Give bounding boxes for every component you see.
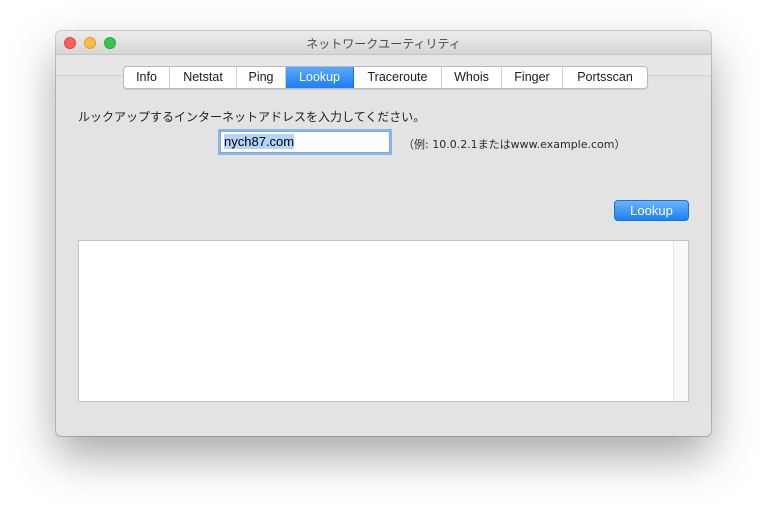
tab-info[interactable]: Info — [124, 67, 170, 88]
address-input-value: nych87.com — [224, 134, 295, 149]
address-input[interactable]: nych87.com — [220, 131, 390, 153]
lookup-output-area[interactable] — [78, 240, 689, 402]
tab-lookup[interactable]: Lookup — [286, 67, 354, 88]
title-bar: ネットワークユーティリティ — [56, 31, 711, 55]
tab-portsscan[interactable]: Portsscan — [563, 67, 647, 88]
example-hint: （例: 10.0.2.1またはwww.example.com） — [403, 138, 626, 151]
lookup-prompt-label: ルックアップするインターネットアドレスを入力してください。 — [78, 110, 426, 124]
tab-finger[interactable]: Finger — [502, 67, 563, 88]
tab-ping[interactable]: Ping — [237, 67, 286, 88]
network-utility-window: ネットワークユーティリティ Info Netstat Ping Lookup T… — [56, 31, 711, 436]
tab-traceroute[interactable]: Traceroute — [354, 67, 442, 88]
window-title: ネットワークユーティリティ — [306, 37, 461, 51]
screen: ネットワークユーティリティ Info Netstat Ping Lookup T… — [0, 0, 767, 517]
output-scrollbar[interactable] — [673, 241, 688, 401]
tab-bar: Info Netstat Ping Lookup Traceroute Whoi… — [123, 66, 648, 89]
tab-whois[interactable]: Whois — [442, 67, 502, 88]
tab-netstat[interactable]: Netstat — [170, 67, 237, 88]
lookup-button[interactable]: Lookup — [614, 200, 689, 221]
